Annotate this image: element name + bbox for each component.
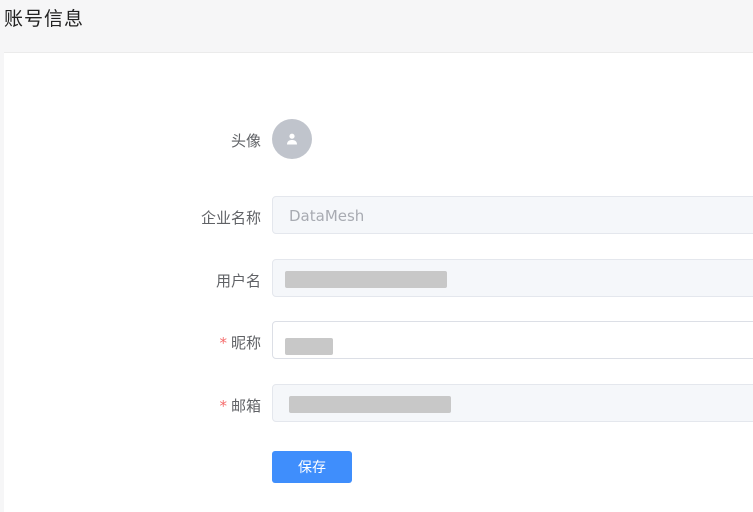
email-label-wrap: * 邮箱	[219, 395, 261, 416]
nickname-redaction	[285, 338, 333, 355]
email-input[interactable]	[272, 384, 753, 422]
avatar[interactable]	[272, 119, 312, 159]
nickname-label: 昵称	[230, 334, 261, 352]
required-mark: *	[219, 334, 227, 352]
email-row: * 邮箱	[4, 384, 753, 424]
save-button[interactable]: 保存	[272, 451, 352, 483]
username-label: 用户名	[215, 272, 261, 290]
company-field: DataMesh	[272, 196, 753, 234]
avatar-row: 头像	[4, 119, 753, 159]
username-row: 用户名	[4, 259, 753, 299]
page-title: 账号信息	[4, 8, 85, 30]
email-redaction	[289, 396, 451, 413]
nickname-input[interactable]	[272, 321, 753, 359]
email-label: 邮箱	[230, 397, 261, 415]
company-label: 企业名称	[200, 209, 261, 227]
username-field	[272, 259, 753, 297]
company-row: 企业名称 DataMesh	[4, 196, 753, 236]
nickname-row: * 昵称	[4, 321, 753, 361]
required-mark: *	[219, 397, 227, 415]
company-value: DataMesh	[289, 207, 365, 225]
account-info-card: 头像 企业名称 DataMesh 用户名 * 昵称 * 邮箱 保存	[4, 52, 753, 512]
avatar-label: 头像	[230, 132, 261, 150]
user-icon	[287, 133, 297, 145]
nickname-label-wrap: * 昵称	[219, 332, 261, 353]
username-redaction	[285, 271, 447, 288]
